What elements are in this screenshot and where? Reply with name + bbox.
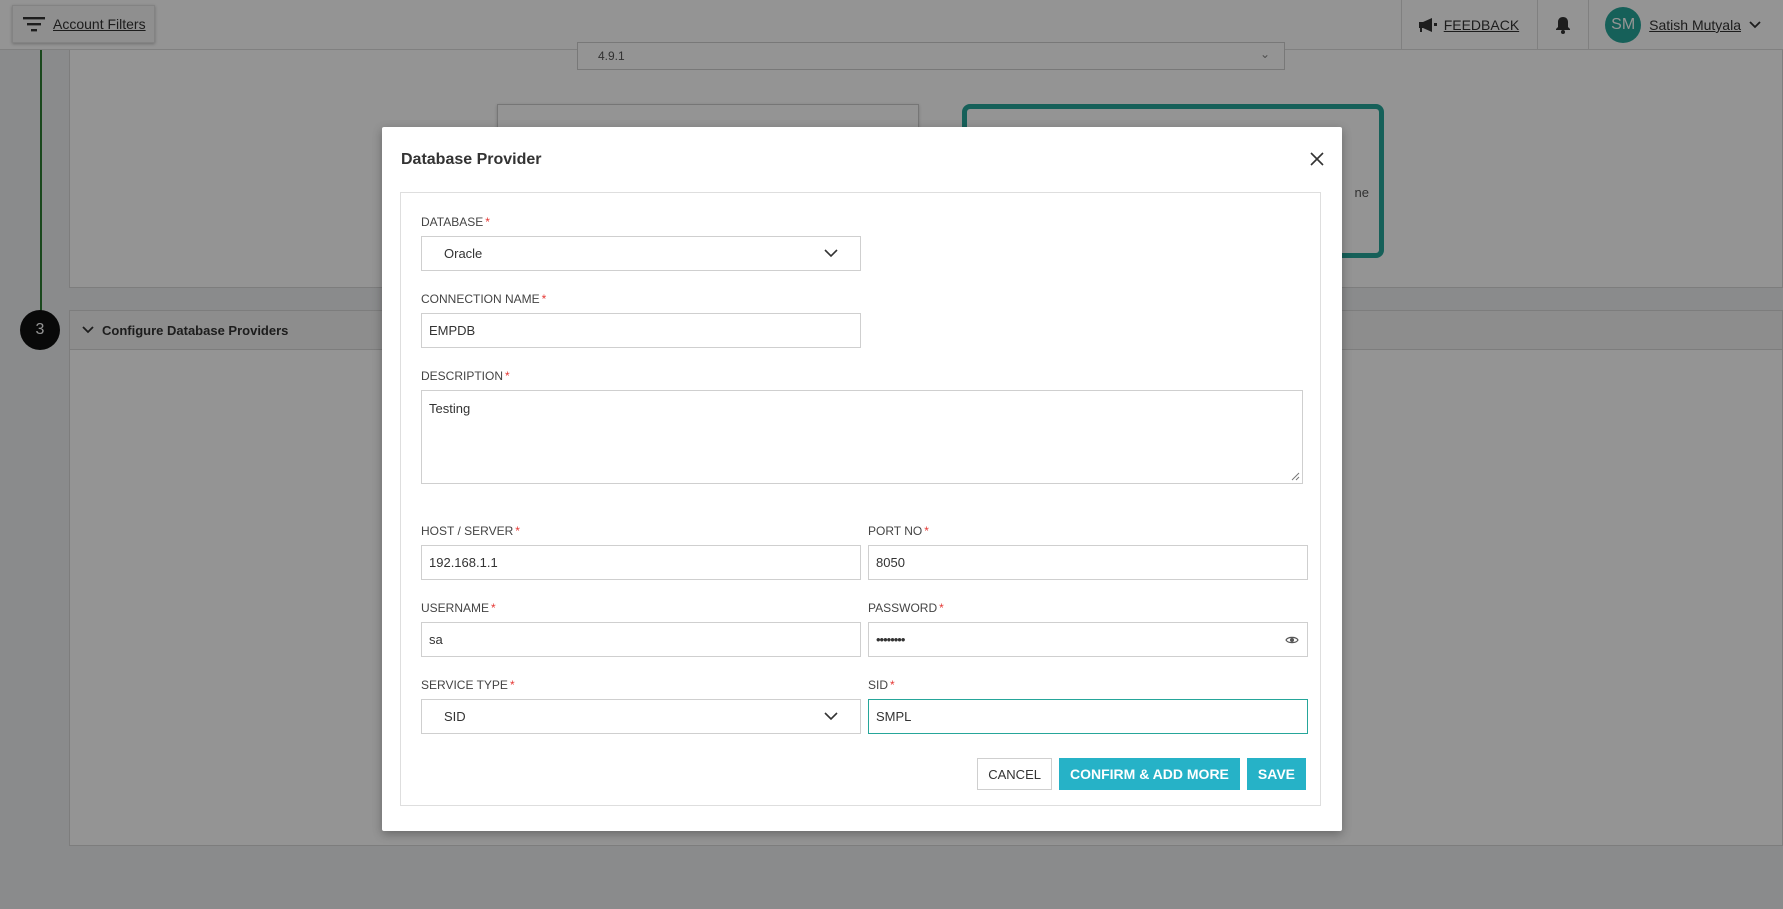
host-label: HOST / SERVER * — [421, 524, 520, 538]
description-textarea[interactable]: Testing — [421, 390, 1303, 484]
username-label: USERNAME * — [421, 601, 496, 615]
chevron-down-icon — [824, 249, 838, 258]
sid-label: SID * — [868, 678, 895, 692]
username-value: sa — [429, 632, 443, 647]
port-value: 8050 — [876, 555, 905, 570]
close-icon — [1310, 152, 1324, 166]
database-field: DATABASE * Oracle — [421, 215, 861, 271]
sid-field: SID * SMPL — [868, 678, 1308, 734]
connection-name-label: CONNECTION NAME * — [421, 292, 547, 306]
sid-input[interactable]: SMPL — [868, 699, 1308, 734]
modal-actions: CANCEL CONFIRM & ADD MORE SAVE — [977, 758, 1306, 790]
description-value: Testing — [429, 401, 471, 416]
database-select[interactable]: Oracle — [421, 236, 861, 271]
description-field: DESCRIPTION * Testing — [421, 369, 1303, 484]
host-field: HOST / SERVER * 192.168.1.1 — [421, 524, 861, 580]
resize-grip-icon[interactable] — [1291, 472, 1300, 481]
close-button[interactable] — [1306, 148, 1328, 170]
username-input[interactable]: sa — [421, 622, 861, 657]
connection-name-field: CONNECTION NAME * EMPDB — [421, 292, 861, 348]
host-input[interactable]: 192.168.1.1 — [421, 545, 861, 580]
eye-icon[interactable] — [1285, 633, 1299, 647]
password-label: PASSWORD * — [868, 601, 944, 615]
database-value: Oracle — [444, 246, 483, 261]
sid-value: SMPL — [876, 709, 912, 724]
modal-form: DATABASE * Oracle CONNECTION NAME * EMPDB … — [400, 192, 1321, 806]
password-input[interactable]: •••••••• — [868, 622, 1308, 657]
connection-name-value: EMPDB — [429, 323, 476, 338]
connection-name-input[interactable]: EMPDB — [421, 313, 861, 348]
database-provider-modal: Database Provider DATABASE * Oracle CONNE… — [382, 127, 1342, 831]
username-field: USERNAME * sa — [421, 601, 861, 657]
chevron-down-icon — [824, 712, 838, 721]
port-input[interactable]: 8050 — [868, 545, 1308, 580]
service-type-field: SERVICE TYPE * SID — [421, 678, 861, 734]
save-button[interactable]: SAVE — [1246, 758, 1306, 790]
host-value: 192.168.1.1 — [429, 555, 498, 570]
service-type-label: SERVICE TYPE * — [421, 678, 515, 692]
cancel-button[interactable]: CANCEL — [977, 758, 1052, 790]
modal-title: Database Provider — [401, 151, 542, 168]
confirm-add-more-button[interactable]: CONFIRM & ADD MORE — [1058, 758, 1240, 790]
service-type-select[interactable]: SID — [421, 699, 861, 734]
port-label: PORT NO * — [868, 524, 929, 538]
port-field: PORT NO * 8050 — [868, 524, 1308, 580]
description-label: DESCRIPTION * — [421, 369, 510, 383]
password-value: •••••••• — [876, 632, 905, 647]
database-label: DATABASE * — [421, 215, 490, 229]
service-type-value: SID — [444, 709, 466, 724]
password-field: PASSWORD * •••••••• — [868, 601, 1308, 657]
